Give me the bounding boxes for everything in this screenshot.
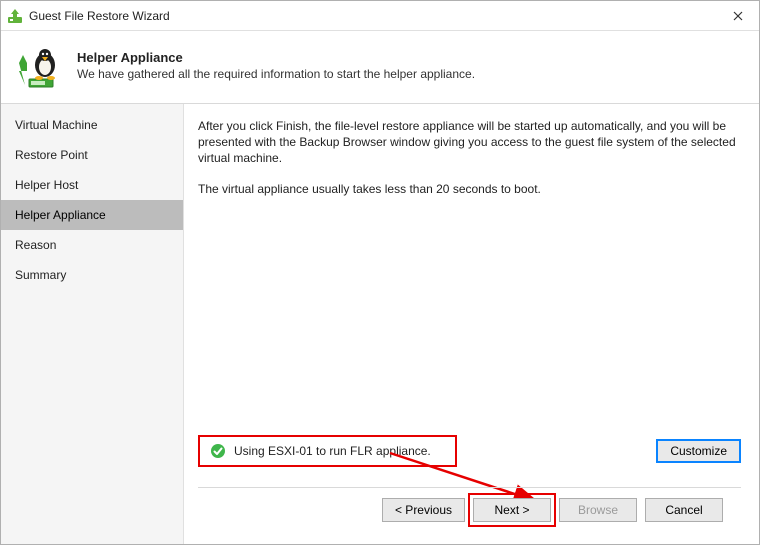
sidebar-item-helper-host[interactable]: Helper Host xyxy=(1,170,183,200)
wizard-footer: < Previous Next > Browse Cancel xyxy=(198,487,741,534)
window-title: Guest File Restore Wizard xyxy=(29,9,717,23)
sidebar-item-summary[interactable]: Summary xyxy=(1,260,183,290)
sidebar-item-reason[interactable]: Reason xyxy=(1,230,183,260)
content-lower: Using ESXI-01 to run FLR appliance. Cust… xyxy=(198,435,741,487)
wizard-body: Virtual Machine Restore Point Helper Hos… xyxy=(1,104,759,544)
status-row: Using ESXI-01 to run FLR appliance. Cust… xyxy=(198,435,741,467)
close-button[interactable] xyxy=(717,1,759,31)
sidebar-item-helper-appliance[interactable]: Helper Appliance xyxy=(1,200,183,230)
titlebar: Guest File Restore Wizard xyxy=(1,1,759,31)
next-button[interactable]: Next > xyxy=(473,498,551,522)
close-icon xyxy=(733,11,743,21)
content-paragraph-1: After you click Finish, the file-level r… xyxy=(198,118,741,167)
wizard-content: After you click Finish, the file-level r… xyxy=(184,104,759,544)
app-icon xyxy=(7,8,23,24)
wizard-sidebar: Virtual Machine Restore Point Helper Hos… xyxy=(1,104,184,544)
customize-button[interactable]: Customize xyxy=(656,439,741,463)
content-paragraph-2: The virtual appliance usually takes less… xyxy=(198,181,741,197)
check-circle-icon xyxy=(210,443,226,459)
status-text: Using ESXI-01 to run FLR appliance. xyxy=(234,444,431,458)
header-text: Helper Appliance We have gathered all th… xyxy=(77,50,475,81)
browse-button: Browse xyxy=(559,498,637,522)
sidebar-item-restore-point[interactable]: Restore Point xyxy=(1,140,183,170)
header-subtitle: We have gathered all the required inform… xyxy=(77,67,475,81)
previous-button[interactable]: < Previous xyxy=(382,498,465,522)
wizard-header: Helper Appliance We have gathered all th… xyxy=(1,31,759,104)
header-title: Helper Appliance xyxy=(77,50,475,65)
wizard-window: Guest File Restore Wizard Helper Applian… xyxy=(0,0,760,545)
penguin-icon xyxy=(15,41,63,89)
status-highlight: Using ESXI-01 to run FLR appliance. xyxy=(198,435,457,467)
sidebar-item-virtual-machine[interactable]: Virtual Machine xyxy=(1,110,183,140)
cancel-button[interactable]: Cancel xyxy=(645,498,723,522)
